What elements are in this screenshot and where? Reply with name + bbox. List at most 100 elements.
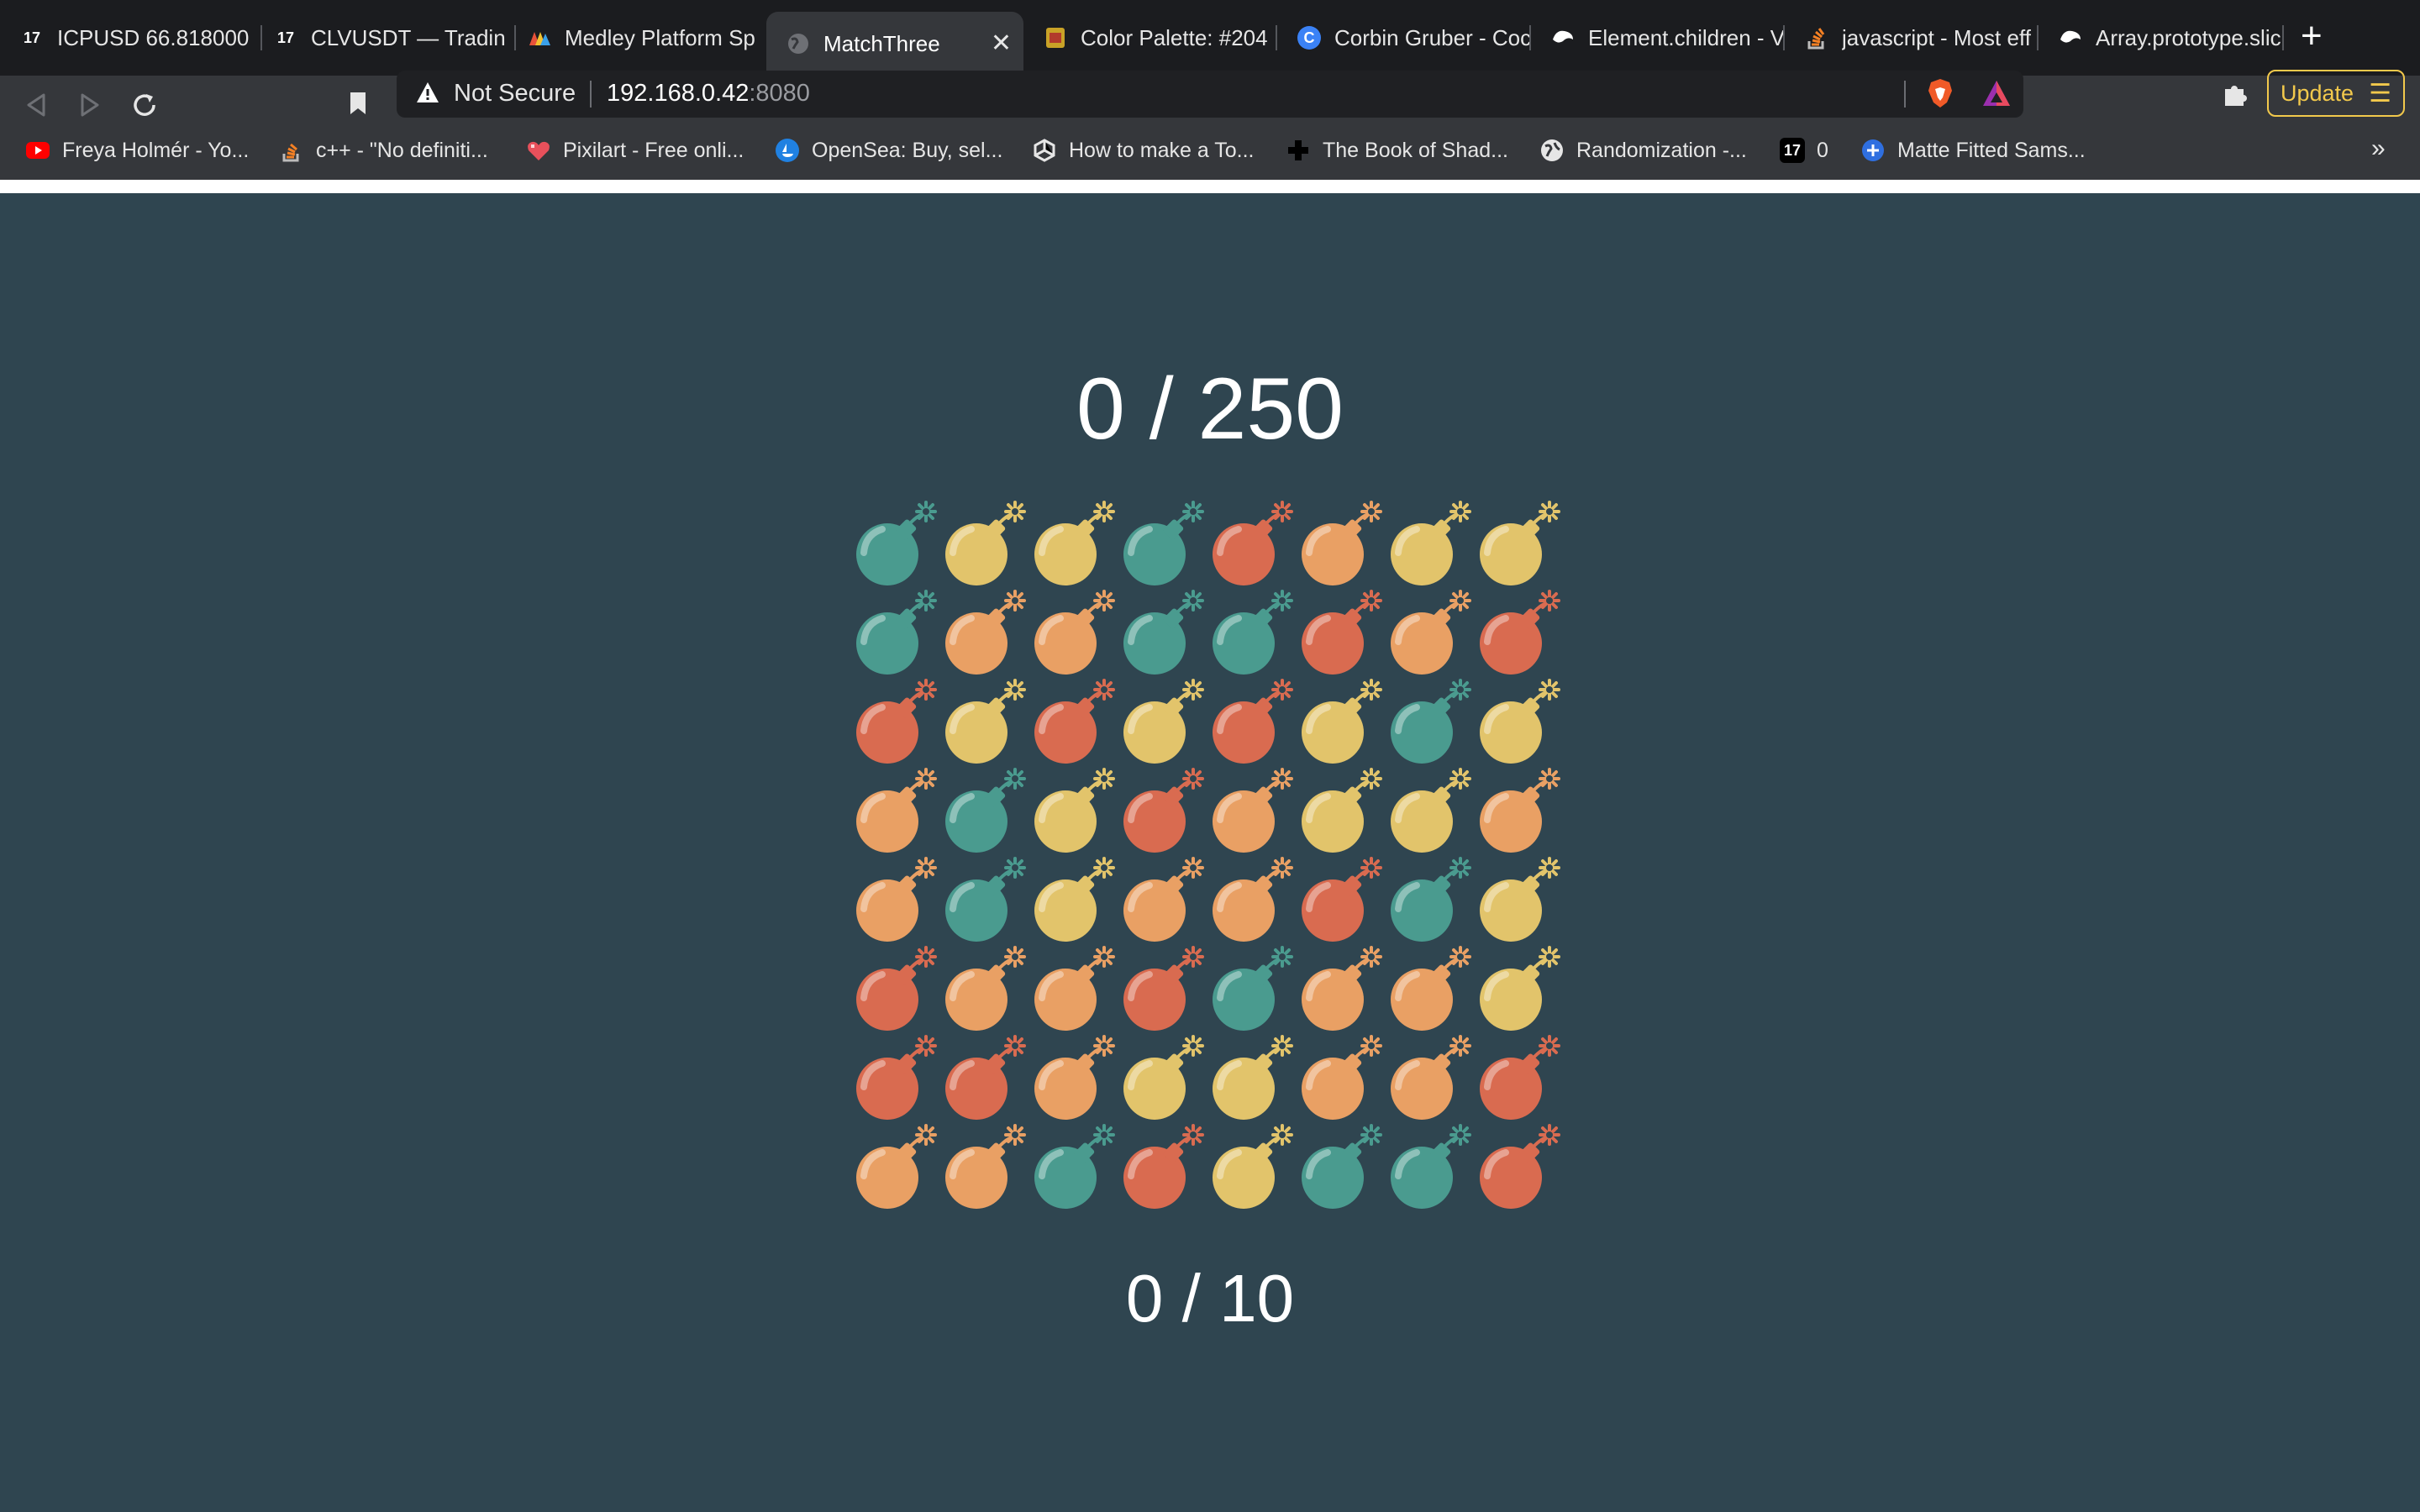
tab-color-palette[interactable]: Color Palette: #204: [1023, 13, 1276, 62]
tab-javascript-so[interactable]: javascript - Most eff: [1785, 13, 2037, 62]
red-bomb-tile[interactable]: [1118, 768, 1207, 857]
url-text[interactable]: 192.168.0.42:8080: [607, 80, 810, 108]
red-bomb-tile[interactable]: [1028, 679, 1118, 768]
yellow-bomb-tile[interactable]: [1474, 501, 1563, 590]
bookmarks-overflow-button[interactable]: »: [2371, 134, 2386, 163]
bomb-icon: [1480, 501, 1560, 585]
yellow-bomb-tile[interactable]: [939, 679, 1028, 768]
address-bar[interactable]: Not Secure 192.168.0.42:8080: [397, 71, 2023, 118]
red-bomb-tile[interactable]: [1296, 590, 1385, 679]
yellow-bomb-tile[interactable]: [1118, 679, 1207, 768]
orange-bomb-tile[interactable]: [1207, 768, 1296, 857]
tab-corbin-gruber[interactable]: C Corbin Gruber - Coc: [1277, 13, 1529, 62]
tab-array-slice[interactable]: Array.prototype.slic: [2039, 13, 2291, 62]
orange-bomb-tile[interactable]: [850, 1124, 939, 1213]
teal-bomb-tile[interactable]: [939, 857, 1028, 946]
orange-bomb-tile[interactable]: [1296, 946, 1385, 1035]
bookmark-item[interactable]: How to make a To...: [1032, 138, 1254, 163]
yellow-bomb-tile[interactable]: [1028, 768, 1118, 857]
orange-bomb-tile[interactable]: [1474, 768, 1563, 857]
yellow-bomb-tile[interactable]: [1474, 857, 1563, 946]
yellow-bomb-tile[interactable]: [1207, 1035, 1296, 1124]
yellow-bomb-tile[interactable]: [1296, 679, 1385, 768]
red-bomb-tile[interactable]: [1207, 501, 1296, 590]
red-bomb-tile[interactable]: [1118, 946, 1207, 1035]
bookmark-item[interactable]: c++ - "No definiti...: [279, 138, 488, 163]
orange-bomb-tile[interactable]: [1385, 1035, 1474, 1124]
teal-bomb-tile[interactable]: [1296, 1124, 1385, 1213]
teal-bomb-tile[interactable]: [939, 768, 1028, 857]
orange-bomb-tile[interactable]: [1385, 590, 1474, 679]
update-button[interactable]: Update ☰: [2267, 70, 2405, 117]
close-icon[interactable]: ✕: [991, 29, 1012, 58]
bomb-icon: [1123, 946, 1204, 1031]
teal-bomb-tile[interactable]: [850, 501, 939, 590]
red-bomb-tile[interactable]: [939, 1035, 1028, 1124]
tab-clvusdt[interactable]: 17 CLVUSDT — Trading: [254, 13, 506, 62]
red-bomb-tile[interactable]: [1474, 1035, 1563, 1124]
orange-bomb-tile[interactable]: [939, 946, 1028, 1035]
orange-bomb-tile[interactable]: [850, 857, 939, 946]
orange-bomb-tile[interactable]: [1028, 946, 1118, 1035]
yellow-bomb-tile[interactable]: [1118, 1035, 1207, 1124]
teal-bomb-tile[interactable]: [1118, 501, 1207, 590]
bookmark-item[interactable]: The Book of Shad...: [1286, 138, 1508, 163]
yellow-bomb-tile[interactable]: [1207, 1124, 1296, 1213]
red-bomb-tile[interactable]: [1474, 1124, 1563, 1213]
bookmark-page-button[interactable]: [348, 91, 368, 120]
orange-bomb-tile[interactable]: [1028, 1035, 1118, 1124]
orange-bomb-tile[interactable]: [1207, 857, 1296, 946]
yellow-bomb-tile[interactable]: [1028, 501, 1118, 590]
teal-bomb-tile[interactable]: [1207, 946, 1296, 1035]
red-bomb-tile[interactable]: [850, 946, 939, 1035]
red-bomb-tile[interactable]: [850, 679, 939, 768]
bookmark-item[interactable]: Freya Holmér - Yo...: [25, 138, 249, 163]
red-bomb-tile[interactable]: [1118, 1124, 1207, 1213]
orange-bomb-tile[interactable]: [850, 768, 939, 857]
teal-bomb-tile[interactable]: [1385, 1124, 1474, 1213]
bookmark-item[interactable]: OpenSea: Buy, sel...: [775, 138, 1002, 163]
red-bomb-tile[interactable]: [850, 1035, 939, 1124]
orange-bomb-tile[interactable]: [1118, 857, 1207, 946]
yellow-bomb-tile[interactable]: [1385, 501, 1474, 590]
bookmark-item[interactable]: Randomization -...: [1539, 138, 1747, 163]
back-button[interactable]: [25, 92, 47, 125]
warning-icon[interactable]: [415, 81, 440, 108]
orange-bomb-tile[interactable]: [1296, 1035, 1385, 1124]
extensions-button[interactable]: [2222, 81, 2249, 115]
orange-bomb-tile[interactable]: [1385, 946, 1474, 1035]
forward-button[interactable]: [79, 92, 101, 125]
red-bomb-tile[interactable]: [1207, 679, 1296, 768]
tab-icpusd[interactable]: 17 ICPUSD 66.818000: [0, 13, 252, 62]
bookmark-item[interactable]: 17 0: [1780, 138, 1828, 163]
bookmark-item[interactable]: Matte Fitted Sams...: [1860, 138, 2086, 163]
yellow-bomb-tile[interactable]: [1385, 768, 1474, 857]
teal-bomb-tile[interactable]: [1385, 679, 1474, 768]
tab-element-children[interactable]: Element.children - V: [1531, 13, 1783, 62]
teal-bomb-tile[interactable]: [1207, 590, 1296, 679]
security-label[interactable]: Not Secure: [454, 80, 576, 108]
new-tab-button[interactable]: +: [2301, 15, 2323, 57]
yellow-bomb-tile[interactable]: [1296, 768, 1385, 857]
yellow-bomb-tile[interactable]: [939, 501, 1028, 590]
bookmark-item[interactable]: Pixilart - Free onli...: [526, 138, 744, 163]
teal-bomb-tile[interactable]: [1028, 1124, 1118, 1213]
reload-button[interactable]: [131, 89, 158, 127]
teal-bomb-tile[interactable]: [850, 590, 939, 679]
orange-bomb-tile[interactable]: [939, 1124, 1028, 1213]
orange-bomb-tile[interactable]: [1028, 590, 1118, 679]
orange-bomb-tile[interactable]: [939, 590, 1028, 679]
orange-bomb-tile[interactable]: [1296, 501, 1385, 590]
red-bomb-tile[interactable]: [1474, 590, 1563, 679]
game-board[interactable]: [850, 501, 1563, 1213]
tab-matchthree[interactable]: MatchThree ✕: [766, 12, 1023, 76]
red-bomb-tile[interactable]: [1296, 857, 1385, 946]
yellow-bomb-tile[interactable]: [1028, 857, 1118, 946]
tab-medley[interactable]: Medley Platform Sp: [508, 13, 760, 62]
teal-bomb-tile[interactable]: [1118, 590, 1207, 679]
yellow-bomb-tile[interactable]: [1474, 679, 1563, 768]
brave-rewards-icon[interactable]: [1981, 79, 2012, 112]
teal-bomb-tile[interactable]: [1385, 857, 1474, 946]
brave-shields-icon[interactable]: [1926, 77, 1954, 113]
yellow-bomb-tile[interactable]: [1474, 946, 1563, 1035]
